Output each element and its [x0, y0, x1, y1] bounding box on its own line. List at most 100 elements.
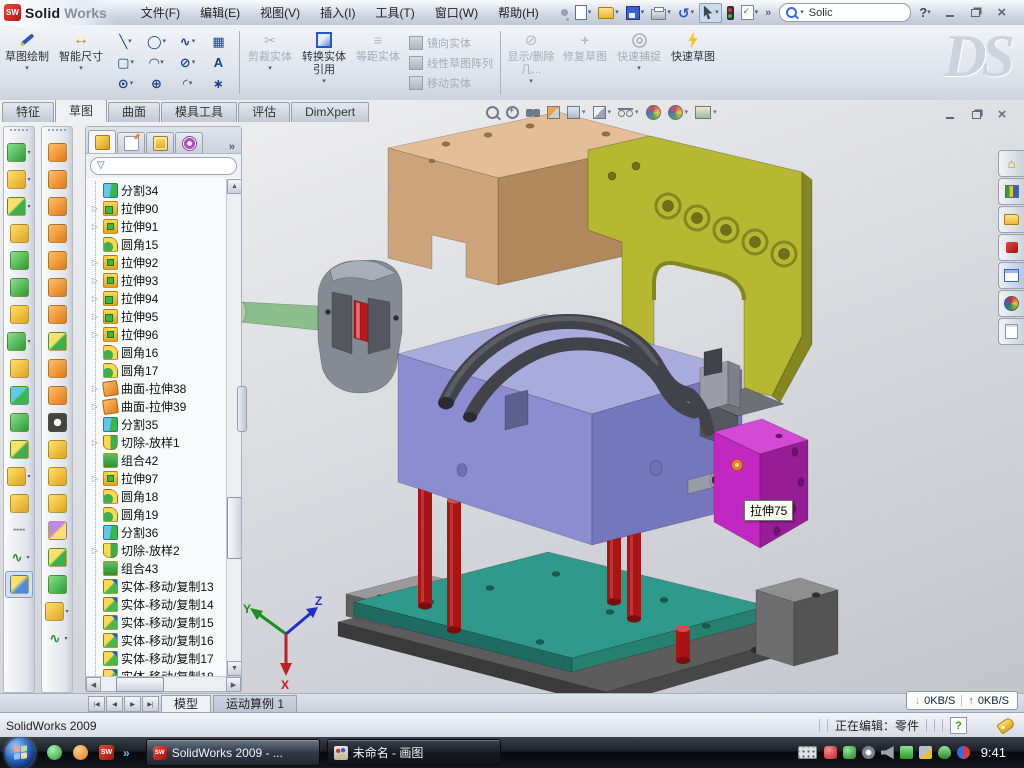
close-button[interactable]	[993, 5, 1011, 20]
feat-rib[interactable]	[4, 274, 34, 301]
toolbar-overflow-button[interactable]: »	[763, 5, 773, 21]
feat-extruded-cut[interactable]: ▾	[4, 166, 34, 193]
mold-boundary-surface[interactable]	[42, 220, 72, 247]
tree-item-19[interactable]: 分割36	[90, 523, 227, 541]
dropdown-caret-icon[interactable]: ▾	[128, 38, 132, 45]
dropdown-caret-icon[interactable]: ▾	[130, 59, 134, 66]
quick-tips-button[interactable]: ?	[950, 717, 967, 734]
undo-button[interactable]: ↺▾	[676, 4, 696, 22]
tree-item-14[interactable]: ▷切除-放样1	[90, 433, 227, 451]
save-button[interactable]: ▾	[624, 4, 647, 22]
sketch-entity-10[interactable]: ◜▾	[172, 73, 203, 94]
splitter-handle[interactable]	[237, 386, 247, 432]
dropdown-caret-icon[interactable]: ▾	[715, 9, 719, 16]
tree-item-3[interactable]: 圆角15	[90, 235, 227, 253]
dropdown-caret-icon[interactable]: ▾	[163, 38, 167, 45]
dropdown-caret-icon[interactable]: ▾	[25, 65, 29, 72]
sketch-entity-4[interactable]: ▢▾	[110, 52, 141, 73]
restore-button[interactable]	[967, 5, 985, 20]
panel-splitter[interactable]	[240, 126, 244, 693]
feat-grip[interactable]	[10, 129, 28, 136]
mold-parting-surfaces[interactable]	[42, 517, 72, 544]
hscroll-thumb[interactable]	[116, 677, 164, 692]
sketch-entity-3[interactable]: ▦	[203, 31, 234, 52]
menu-4[interactable]: 工具(T)	[365, 1, 424, 25]
tree-horizontal-scrollbar[interactable]: ◀ ▶	[86, 676, 241, 691]
expand-arrow-icon[interactable]: ▷	[90, 546, 100, 555]
viewport-canvas[interactable]: Y Z X	[240, 100, 1024, 693]
magnified-selection-button[interactable]	[526, 109, 540, 117]
tray-gear-icon[interactable]	[862, 746, 875, 759]
expand-arrow-icon[interactable]: ▷	[90, 294, 100, 303]
doc-minimize-button[interactable]	[942, 108, 958, 122]
tab-scroll-3[interactable]: ▶|	[142, 696, 159, 712]
tab-scroll-1[interactable]: ◀	[106, 696, 123, 712]
feat-curve-dashed[interactable]: ╍╍	[4, 517, 34, 544]
dropdown-caret-icon[interactable]: ▾	[79, 65, 83, 72]
taskpane-solidworks-resources[interactable]: ⌂	[998, 150, 1024, 177]
feat-reference-geometry[interactable]: ▾	[4, 463, 34, 490]
feat-split[interactable]	[4, 382, 34, 409]
expand-arrow-icon[interactable]: ▷	[90, 402, 100, 411]
quicklaunch-messenger[interactable]	[45, 743, 64, 762]
tree-filter-input[interactable]: ▽	[90, 157, 237, 175]
dropdown-caret-icon[interactable]: ▾	[635, 109, 639, 116]
tree-item-11[interactable]: ▷曲面-拉伸38	[90, 379, 227, 397]
task-button-paint[interactable]: 未命名 - 画图	[327, 739, 501, 766]
sketch-entity-6[interactable]: ⊘▾	[172, 52, 203, 73]
mold-parting-lines[interactable]	[42, 463, 72, 490]
dropdown-caret-icon[interactable]: ▾	[641, 9, 645, 16]
apply-scene-button[interactable]: ▾	[668, 105, 689, 120]
taskpane-appearances-scenes[interactable]	[998, 290, 1024, 317]
panel-tabs-overflow[interactable]: »	[225, 141, 239, 153]
dropdown-caret-icon[interactable]: ▾	[667, 9, 671, 16]
panel-tab-propertymanager[interactable]	[117, 132, 145, 153]
sketch-entity-0[interactable]: ╲▾	[110, 31, 141, 52]
tree-item-4[interactable]: ▷拉伸92	[90, 253, 227, 271]
tab-特征[interactable]: 特征	[2, 102, 54, 122]
tab-曲面[interactable]: 曲面	[108, 102, 160, 122]
mold-swept-surface[interactable]	[42, 139, 72, 166]
print-button[interactable]: ▾	[649, 4, 673, 22]
sketch-entity-9[interactable]: ⊕	[141, 73, 172, 94]
start-button[interactable]	[5, 738, 35, 768]
tree-item-0[interactable]: 分割34	[90, 181, 227, 199]
keyboard-layout-icon[interactable]	[798, 746, 817, 759]
push-pin-button[interactable]	[559, 7, 570, 18]
expand-arrow-icon[interactable]: ▷	[90, 222, 100, 231]
dropdown-caret-icon[interactable]: ▾	[27, 176, 30, 183]
taskpane-custom-properties[interactable]	[998, 318, 1024, 345]
mold-draft-analysis[interactable]	[42, 409, 72, 436]
quicklaunch-solidworks[interactable]: SW	[97, 743, 116, 762]
mold-offset-surface[interactable]	[42, 274, 72, 301]
dropdown-caret-icon[interactable]: ▾	[26, 554, 29, 561]
tree-item-27[interactable]: 实体-移动/复制18	[90, 667, 227, 676]
expand-arrow-icon[interactable]: ▷	[90, 438, 100, 447]
doc-restore-button[interactable]	[968, 108, 984, 122]
feat-shell[interactable]	[4, 247, 34, 274]
stack-tool-0[interactable]: 镜向实体	[409, 34, 493, 52]
expand-arrow-icon[interactable]: ▷	[90, 312, 100, 321]
tree-item-15[interactable]: 组合42	[90, 451, 227, 469]
dropdown-caret-icon[interactable]: ▾	[65, 608, 68, 615]
scroll-left-button[interactable]: ◀	[86, 677, 101, 692]
tree-item-21[interactable]: 组合43	[90, 559, 227, 577]
quicklaunch-launcher[interactable]	[71, 743, 90, 762]
search-box[interactable]: ▾	[779, 3, 911, 22]
mold-elbow-surface[interactable]	[42, 382, 72, 409]
tab-scroll-0[interactable]: |◀	[88, 696, 105, 712]
section-view-button[interactable]	[547, 106, 560, 119]
tab-草图[interactable]: 草图	[55, 100, 107, 122]
taskpane-file-explorer[interactable]	[998, 206, 1024, 233]
tree-item-1[interactable]: ▷拉伸90	[90, 199, 227, 217]
tree-item-18[interactable]: 圆角19	[90, 505, 227, 523]
feat-draft[interactable]	[4, 355, 34, 382]
tree-item-6[interactable]: ▷拉伸94	[90, 289, 227, 307]
feat-chamfer[interactable]	[4, 220, 34, 247]
dropdown-caret-icon[interactable]: ▾	[322, 78, 326, 85]
model-magenta-block[interactable]	[714, 419, 808, 548]
dropdown-caret-icon[interactable]: ▾	[130, 80, 134, 87]
dropdown-caret-icon[interactable]: ▾	[691, 9, 695, 16]
mold-tooling-split[interactable]	[42, 544, 72, 571]
help-caret-icon[interactable]: ▾	[927, 9, 931, 16]
